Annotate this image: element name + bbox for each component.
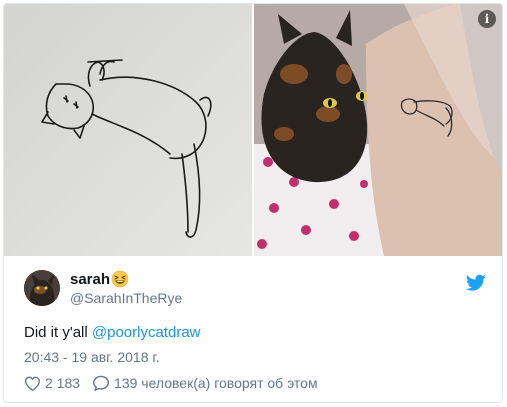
tweet-actions: 2 183 139 человек(а) говорят об этом	[24, 375, 330, 391]
avatar-cat-image	[24, 270, 60, 306]
tweet-timestamp[interactable]: 20:43 - 19 авг. 2018 г.	[24, 349, 160, 365]
tweet-text-body: Did it y'all	[24, 324, 92, 341]
twitter-bird-icon[interactable]	[466, 274, 486, 292]
tweet-text: Did it y'all @poorlycatdraw	[24, 324, 201, 341]
user-handle[interactable]: @SarahInTheRye	[70, 290, 182, 306]
tweet-media[interactable]: i	[4, 4, 502, 256]
tweet-header: sarah @SarahInTheRye	[24, 268, 494, 308]
heart-icon	[24, 376, 41, 391]
mention-link[interactable]: @poorlycatdraw	[92, 324, 201, 341]
avatar[interactable]	[24, 270, 60, 306]
cat-sketch-drawing	[4, 4, 252, 256]
author-names: sarah @SarahInTheRye	[70, 270, 182, 307]
cat-and-tattoo-photo	[254, 4, 502, 256]
tweet-card: i sarah @SarahInTheRye Did it y'all @poo…	[3, 3, 503, 403]
reply-count-text: 139 человек(а) говорят об этом	[114, 375, 318, 391]
like-action[interactable]: 2 183	[24, 375, 80, 391]
reply-action[interactable]: 139 человек(а) говорят об этом	[92, 375, 318, 391]
like-count: 2 183	[45, 375, 81, 391]
reply-bubble-icon	[93, 375, 110, 391]
display-name[interactable]: sarah	[70, 271, 110, 288]
info-icon[interactable]: i	[478, 10, 496, 28]
cat-photo-image[interactable]: i	[254, 4, 502, 256]
grinning-squinting-face-emoji	[111, 270, 129, 288]
cat-drawing-image[interactable]	[4, 4, 252, 256]
